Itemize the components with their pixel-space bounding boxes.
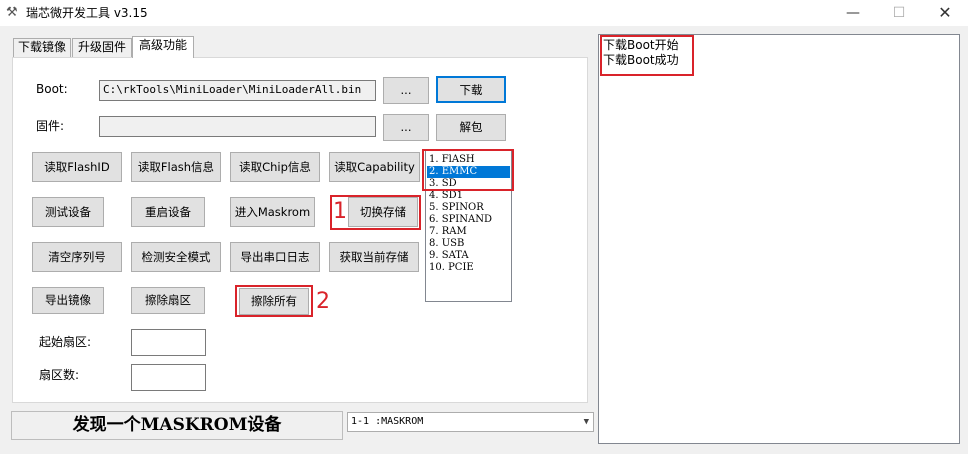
highlight-switch-storage <box>330 195 421 230</box>
annotation-marker-2: 2 <box>316 289 330 314</box>
tab-advanced-functions[interactable]: 高级功能 <box>132 36 194 58</box>
tab-upgrade-firmware[interactable]: 升级固件 <box>72 38 132 57</box>
boot-label: Boot: <box>36 82 68 96</box>
storage-option[interactable]: 6. SPINAND <box>427 214 510 226</box>
close-button[interactable]: ✕ <box>922 0 968 26</box>
minimize-button[interactable]: — <box>830 0 876 26</box>
highlight-erase-all <box>235 285 313 317</box>
read-flash-info-button[interactable]: 读取Flash信息 <box>131 152 221 182</box>
device-select[interactable]: 1-1 :MASKROM ▼ <box>347 412 594 432</box>
export-image-button[interactable]: 导出镜像 <box>32 287 104 314</box>
export-serial-log-button[interactable]: 导出串口日志 <box>230 242 320 272</box>
storage-option[interactable]: 4. SD1 <box>427 190 510 202</box>
firmware-label: 固件: <box>36 119 65 133</box>
start-sector-input[interactable] <box>131 329 206 356</box>
firmware-browse-button[interactable]: ... <box>383 114 429 141</box>
read-flash-id-button[interactable]: 读取FlashID <box>32 152 122 182</box>
tab-download-image[interactable]: 下载镜像 <box>13 38 71 57</box>
log-output-pane[interactable] <box>598 34 960 444</box>
device-select-value: 1-1 :MASKROM <box>351 416 424 427</box>
storage-option[interactable]: 5. SPINOR <box>427 202 510 214</box>
hammer-wrench-icon: ⚒ <box>6 5 18 20</box>
download-boot-button[interactable]: 下载 <box>436 76 506 103</box>
sector-count-input[interactable] <box>131 364 206 391</box>
unpack-button[interactable]: 解包 <box>436 114 506 141</box>
sector-count-label: 扇区数: <box>39 368 80 382</box>
highlight-storage-options <box>422 149 514 191</box>
read-capability-button[interactable]: 读取Capability <box>329 152 420 182</box>
enter-maskrom-button[interactable]: 进入Maskrom <box>230 197 315 227</box>
erase-sector-button[interactable]: 擦除扇区 <box>131 287 205 314</box>
test-device-button[interactable]: 测试设备 <box>32 197 104 227</box>
storage-option[interactable]: 8. USB <box>427 238 510 250</box>
clear-serial-button[interactable]: 清空序列号 <box>32 242 122 272</box>
get-current-storage-button[interactable]: 获取当前存储 <box>329 242 419 272</box>
device-status-message: 发现一个MASKROM设备 <box>11 411 343 440</box>
check-secure-mode-button[interactable]: 检测安全模式 <box>131 242 221 272</box>
storage-option[interactable]: 7. RAM <box>427 226 510 238</box>
boot-path-field[interactable]: C:\rkTools\MiniLoader\MiniLoaderAll.bin <box>99 80 376 101</box>
boot-browse-button[interactable]: ... <box>383 77 429 104</box>
firmware-path-field[interactable] <box>99 116 376 137</box>
reset-device-button[interactable]: 重启设备 <box>131 197 205 227</box>
storage-option[interactable]: 9. SATA <box>427 250 510 262</box>
storage-option[interactable]: 10. PCIE <box>427 262 510 274</box>
window-title: 瑞芯微开发工具 v3.15 <box>26 6 148 20</box>
start-sector-label: 起始扇区: <box>39 335 92 349</box>
chevron-down-icon[interactable]: ▼ <box>584 413 589 431</box>
highlight-log-lines <box>600 35 694 76</box>
maximize-button[interactable]: ☐ <box>876 0 922 26</box>
read-chip-info-button[interactable]: 读取Chip信息 <box>230 152 320 182</box>
